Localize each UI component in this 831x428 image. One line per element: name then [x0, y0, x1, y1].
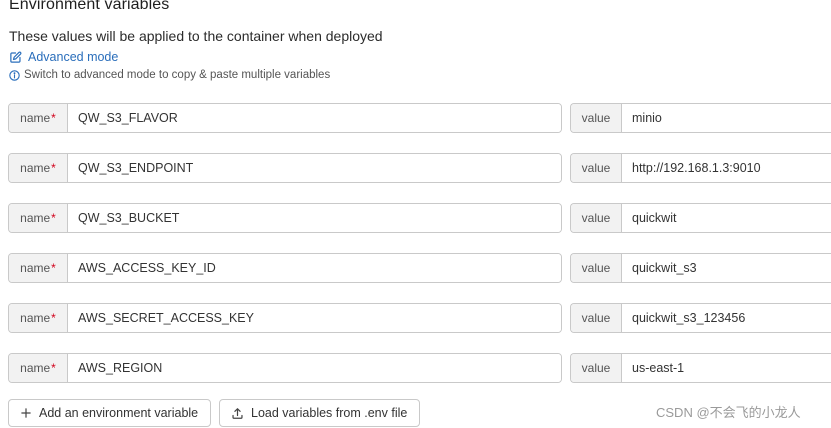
advanced-mode-link[interactable]: Advanced mode [9, 49, 118, 65]
name-label: name [20, 161, 51, 175]
env-value-group: value [570, 353, 831, 383]
env-variable-row: name* value [8, 153, 831, 183]
name-label: name [20, 261, 51, 275]
name-label: name [20, 111, 51, 125]
required-marker: * [51, 161, 56, 175]
load-env-file-button[interactable]: Load variables from .env file [219, 399, 420, 427]
name-label: name [20, 361, 51, 375]
env-variable-row: name* value [8, 303, 831, 333]
value-addon: value [571, 104, 622, 132]
value-addon: value [571, 354, 622, 382]
watermark: CSDN @不会飞的小龙人 [656, 405, 801, 420]
env-value-group: value [570, 303, 831, 333]
env-value-input[interactable] [622, 104, 831, 132]
name-addon: name * [9, 154, 68, 182]
name-addon: name * [9, 204, 68, 232]
value-addon: value [571, 304, 622, 332]
name-addon: name * [9, 304, 68, 332]
required-marker: * [51, 211, 56, 225]
advanced-mode-hint-text: Switch to advanced mode to copy & paste … [24, 69, 331, 81]
env-value-input[interactable] [622, 304, 831, 332]
name-addon: name * [9, 254, 68, 282]
env-name-input[interactable] [68, 204, 561, 232]
advanced-mode-label: Advanced mode [28, 50, 119, 64]
required-marker: * [51, 111, 56, 125]
edit-icon [9, 51, 22, 64]
name-label: name [20, 311, 51, 325]
info-circle-icon [9, 69, 20, 81]
value-addon: value [571, 154, 622, 182]
value-addon: value [571, 254, 622, 282]
env-name-group: name * [8, 103, 562, 133]
env-name-input[interactable] [68, 104, 561, 132]
env-variable-row: name* value [8, 253, 831, 283]
add-env-variable-label: Add an environment variable [39, 406, 199, 420]
env-name-group: name * [8, 303, 562, 333]
env-value-input[interactable] [622, 354, 831, 382]
env-variable-row: name* value [8, 103, 831, 133]
required-marker: * [51, 311, 56, 325]
section-subtitle: These values will be applied to the cont… [9, 28, 383, 44]
advanced-mode-hint: Switch to advanced mode to copy & paste … [9, 68, 330, 82]
page-title: Environment variables [9, 0, 170, 13]
name-addon: name * [9, 104, 68, 132]
upload-icon [231, 407, 244, 420]
env-name-group: name * [8, 253, 562, 283]
name-label: name [20, 211, 51, 225]
env-name-input[interactable] [68, 154, 561, 182]
env-value-input[interactable] [622, 204, 831, 232]
value-addon: value [571, 204, 622, 232]
env-name-input[interactable] [68, 304, 561, 332]
add-env-variable-button[interactable]: Add an environment variable [8, 399, 211, 427]
required-marker: * [51, 261, 56, 275]
name-addon: name * [9, 354, 68, 382]
env-name-group: name * [8, 353, 562, 383]
env-variable-row: name* value [8, 203, 831, 233]
env-value-group: value [570, 253, 831, 283]
env-name-group: name * [8, 203, 562, 233]
env-name-input[interactable] [68, 354, 561, 382]
env-value-input[interactable] [622, 154, 831, 182]
env-value-group: value [570, 153, 831, 183]
env-name-group: name * [8, 153, 562, 183]
plus-icon [20, 407, 32, 419]
required-marker: * [51, 361, 56, 375]
env-value-input[interactable] [622, 254, 831, 282]
load-env-file-label: Load variables from .env file [251, 406, 408, 420]
env-value-group: value [570, 103, 831, 133]
env-variable-row: name* value [8, 353, 831, 383]
env-value-group: value [570, 203, 831, 233]
env-name-input[interactable] [68, 254, 561, 282]
